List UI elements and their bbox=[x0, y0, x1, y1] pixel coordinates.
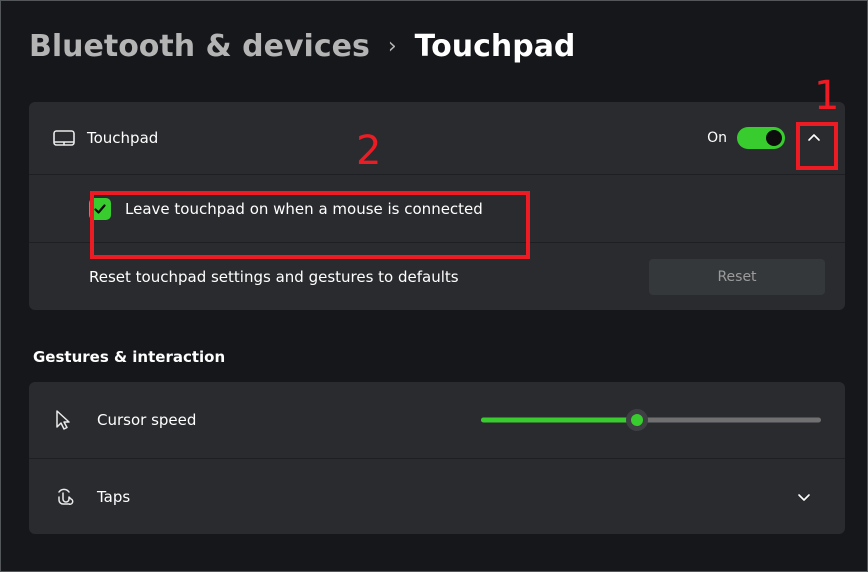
breadcrumb-parent[interactable]: Bluetooth & devices bbox=[29, 29, 370, 64]
gestures-panel: Cursor speed Taps bbox=[29, 382, 845, 534]
taps-expand-button[interactable] bbox=[783, 476, 825, 518]
touchpad-icon bbox=[53, 130, 87, 146]
touchpad-settings-panel: Touchpad On Leave touchpad on when a mou… bbox=[29, 102, 845, 310]
breadcrumb: Bluetooth & devices › Touchpad bbox=[29, 29, 845, 64]
reset-row: Reset touchpad settings and gestures to … bbox=[29, 242, 845, 310]
leave-touchpad-on-label: Leave touchpad on when a mouse is connec… bbox=[125, 200, 483, 218]
reset-label: Reset touchpad settings and gestures to … bbox=[89, 268, 459, 286]
taps-label: Taps bbox=[97, 488, 130, 506]
touchpad-toggle-state: On bbox=[707, 130, 727, 146]
chevron-up-icon bbox=[807, 131, 821, 145]
leave-touchpad-on-checkbox[interactable] bbox=[89, 198, 111, 220]
touchpad-toggle[interactable] bbox=[737, 127, 785, 149]
gestures-heading: Gestures & interaction bbox=[33, 348, 845, 366]
cursor-speed-row[interactable]: Cursor speed bbox=[29, 382, 845, 458]
tap-icon bbox=[53, 486, 87, 508]
cursor-icon bbox=[53, 409, 87, 431]
taps-row[interactable]: Taps bbox=[29, 458, 845, 534]
cursor-speed-label: Cursor speed bbox=[97, 411, 196, 429]
touchpad-label: Touchpad bbox=[87, 129, 158, 147]
breadcrumb-current: Touchpad bbox=[415, 29, 576, 64]
collapse-button[interactable] bbox=[793, 117, 835, 159]
cursor-speed-slider[interactable] bbox=[481, 410, 821, 430]
chevron-down-icon bbox=[797, 490, 811, 504]
chevron-right-icon: › bbox=[388, 34, 397, 59]
touchpad-row[interactable]: Touchpad On bbox=[29, 102, 845, 174]
reset-button[interactable]: Reset bbox=[649, 259, 825, 295]
leave-touchpad-on-row[interactable]: Leave touchpad on when a mouse is connec… bbox=[29, 174, 845, 242]
checkmark-icon bbox=[93, 202, 107, 216]
